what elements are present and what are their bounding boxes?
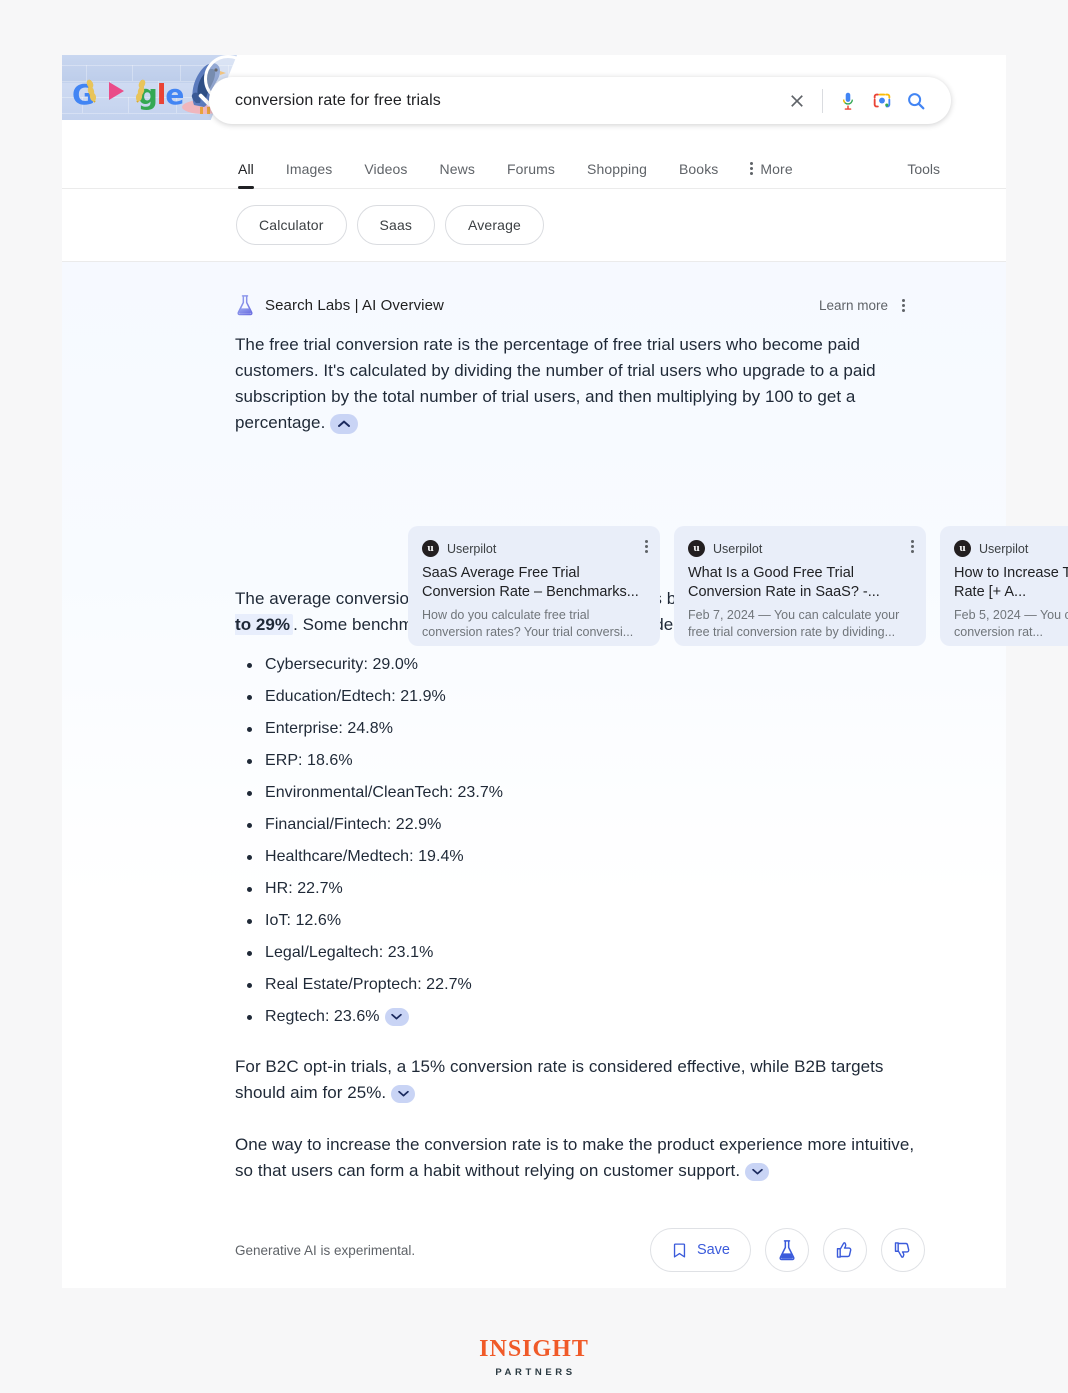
list-item: Financial/Fintech: 22.9% bbox=[235, 814, 925, 836]
chevron-down-icon bbox=[397, 1090, 409, 1097]
tab-more[interactable]: More bbox=[750, 148, 793, 189]
list-item: Enterprise: 24.8% bbox=[235, 718, 925, 740]
search-divider bbox=[822, 88, 823, 113]
ai-overview-label: Search Labs | AI Overview bbox=[265, 296, 444, 314]
more-kebab-icon bbox=[750, 162, 754, 175]
more-label: More bbox=[760, 160, 793, 177]
chevron-down-icon bbox=[391, 1014, 402, 1020]
source-snippet: Feb 5, 2024 — You can free trial convers… bbox=[954, 608, 1068, 639]
save-button[interactable]: Save bbox=[649, 1228, 751, 1272]
list-item: Real Estate/Proptech: 22.7% bbox=[235, 974, 925, 996]
industry-benchmark-list: Cybersecurity: 29.0% Education/Edtech: 2… bbox=[235, 654, 925, 1028]
flask-icon bbox=[779, 1240, 795, 1261]
source-snippet: Feb 7, 2024 — You can calculate your fre… bbox=[688, 608, 900, 639]
tab-videos[interactable]: Videos bbox=[364, 148, 407, 189]
chevron-up-icon bbox=[338, 420, 351, 427]
generative-ai-note: Generative AI is experimental. bbox=[235, 1242, 416, 1258]
expand-toggle-list[interactable] bbox=[384, 1007, 409, 1026]
ai-paragraph-3-text: For B2C opt-in trials, a 15% conversion … bbox=[235, 1057, 884, 1102]
avatar: u bbox=[422, 540, 439, 557]
learn-more-link[interactable]: Learn more bbox=[819, 298, 888, 313]
flask-icon bbox=[237, 295, 253, 316]
source-title: SaaS Average Free Trial Conversion Rate … bbox=[422, 565, 639, 600]
list-item: Cybersecurity: 29.0% bbox=[235, 654, 925, 676]
list-item: Legal/Legaltech: 23.1% bbox=[235, 942, 925, 964]
insight-partners-logo: INSIGHT PARTNERS bbox=[0, 1337, 1068, 1378]
source-site-name: Userpilot bbox=[447, 541, 497, 556]
list-item: Education/Edtech: 21.9% bbox=[235, 686, 925, 708]
thumbs-up-icon bbox=[836, 1242, 852, 1258]
source-card[interactable]: u Userpilot How to Increase Trial Conver… bbox=[940, 526, 1068, 646]
search-nav-bar: All Images Videos News Forums Shopping B… bbox=[62, 148, 1006, 189]
chip-calculator[interactable]: Calculator bbox=[236, 205, 347, 245]
ai-paragraph-4: One way to increase the conversion rate … bbox=[235, 1132, 925, 1184]
microphone-icon[interactable] bbox=[831, 84, 865, 118]
list-item: HR: 22.7% bbox=[235, 878, 925, 900]
ai-overview-panel: Search Labs | AI Overview Learn more The… bbox=[62, 262, 1068, 1288]
list-item: Environmental/CleanTech: 23.7% bbox=[235, 782, 925, 804]
brand-name-primary: INSIGHT bbox=[479, 1336, 589, 1362]
brand-name-secondary: PARTNERS bbox=[495, 1367, 576, 1378]
chip-saas[interactable]: Saas bbox=[356, 205, 436, 245]
source-title: What Is a Good Free Trial Conversion Rat… bbox=[688, 565, 880, 600]
ai-overview-footer: Generative AI is experimental. Save bbox=[235, 1228, 925, 1272]
tab-forums[interactable]: Forums bbox=[507, 148, 555, 189]
source-site-name: Userpilot bbox=[979, 541, 1029, 556]
search-icon[interactable] bbox=[899, 84, 933, 118]
search-input[interactable] bbox=[233, 90, 780, 111]
bookmark-icon bbox=[673, 1242, 686, 1258]
clear-icon[interactable] bbox=[780, 84, 814, 118]
search-bar[interactable] bbox=[209, 77, 951, 124]
tab-news[interactable]: News bbox=[440, 148, 475, 189]
ai-paragraph-1: The free trial conversion rate is the pe… bbox=[235, 332, 925, 436]
avatar: u bbox=[688, 540, 705, 557]
expand-toggle-3[interactable] bbox=[391, 1084, 416, 1103]
expand-toggle-4[interactable] bbox=[745, 1162, 770, 1181]
source-overflow-icon[interactable] bbox=[911, 540, 914, 553]
source-overflow-icon[interactable] bbox=[645, 540, 648, 553]
tab-books[interactable]: Books bbox=[679, 148, 718, 189]
collapse-toggle-1[interactable] bbox=[330, 413, 359, 434]
source-snippet: How do you calculate free trial conversi… bbox=[422, 608, 634, 639]
google-lens-icon[interactable] bbox=[865, 84, 899, 118]
nav-tabs: All Images Videos News Forums Shopping B… bbox=[238, 148, 825, 189]
thumbs-down-icon bbox=[894, 1242, 910, 1258]
play-triangle-icon bbox=[109, 82, 124, 100]
save-label: Save bbox=[696, 1242, 730, 1258]
wheat-right-icon bbox=[135, 79, 146, 103]
ai-action-buttons: Save bbox=[649, 1228, 925, 1272]
tab-shopping[interactable]: Shopping bbox=[587, 148, 647, 189]
thumbs-up-button[interactable] bbox=[823, 1228, 867, 1272]
ai-source-cards[interactable]: u Userpilot SaaS Average Free Trial Conv… bbox=[408, 526, 1068, 646]
thumbs-down-button[interactable] bbox=[881, 1228, 925, 1272]
ai-overview-header: Search Labs | AI Overview Learn more bbox=[235, 294, 905, 316]
ai-paragraph-3: For B2C opt-in trials, a 15% conversion … bbox=[235, 1054, 925, 1106]
wheat-left-icon bbox=[86, 79, 97, 103]
source-card[interactable]: u Userpilot SaaS Average Free Trial Conv… bbox=[408, 526, 660, 646]
list-item: ERP: 18.6% bbox=[235, 750, 925, 772]
source-site-name: Userpilot bbox=[713, 541, 763, 556]
filter-chip-row: Calculator Saas Average bbox=[236, 205, 544, 245]
chevron-down-icon bbox=[751, 1168, 763, 1175]
chip-average[interactable]: Average bbox=[445, 205, 544, 245]
google-search-results-page: G gle conversion rate for free trials Al… bbox=[0, 0, 1068, 1393]
source-card[interactable]: u Userpilot What Is a Good Free Trial Co… bbox=[674, 526, 926, 646]
tools-button[interactable]: Tools bbox=[907, 148, 940, 189]
labs-flask-button[interactable] bbox=[765, 1228, 809, 1272]
list-item: Healthcare/Medtech: 19.4% bbox=[235, 846, 925, 868]
list-item-text: Regtech: 23.6% bbox=[265, 1008, 380, 1025]
source-title: How to Increase Trial Conversion Rate [+… bbox=[954, 565, 1068, 600]
tab-images[interactable]: Images bbox=[286, 148, 333, 189]
ai-overview-header-actions: Learn more bbox=[819, 298, 905, 313]
avatar: u bbox=[954, 540, 971, 557]
ai-overview-body: The free trial conversion rate is the pe… bbox=[235, 332, 1068, 1184]
overflow-menu-icon[interactable] bbox=[902, 298, 905, 312]
list-item-last: Regtech: 23.6% bbox=[235, 1006, 925, 1028]
tab-all[interactable]: All bbox=[238, 148, 254, 189]
list-item: IoT: 12.6% bbox=[235, 910, 925, 932]
ai-paragraph-4-text: One way to increase the conversion rate … bbox=[235, 1135, 915, 1180]
